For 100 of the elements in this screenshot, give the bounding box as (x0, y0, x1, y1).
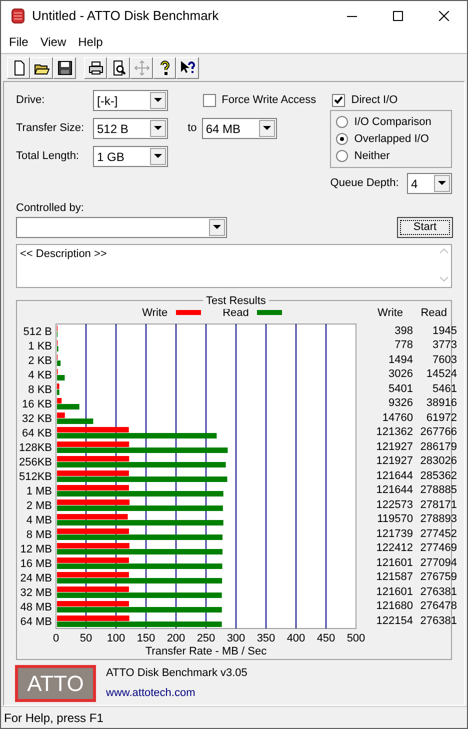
radio-label[interactable]: Overlapped I/O (354, 130, 429, 148)
table-cell-text: 398 (394, 326, 413, 337)
transfer-size-to-dropdown[interactable]: 64 MB (202, 118, 277, 139)
table-cell-text: 14524 (425, 369, 457, 380)
table-cell-text: 276381 (419, 586, 457, 598)
field-label: to (188, 121, 197, 136)
printer-icon (88, 60, 104, 76)
table-cell-text: 277469 (419, 543, 457, 554)
table-cell-text: 121739 (375, 528, 413, 540)
axis-label: 256KB (18, 456, 52, 468)
field-label: Controlled by: (16, 201, 85, 216)
table-cell-text: 3773 (432, 340, 457, 352)
tick-label: 50 (80, 632, 92, 644)
toolbar-button[interactable] (7, 56, 30, 78)
table-cell-text: 121680 (375, 601, 413, 612)
table-cell-text: 276759 (419, 572, 457, 584)
column-header: Write (376, 306, 404, 320)
table-cell-text: 7603 (432, 354, 457, 366)
table-cell-text: 121644 (375, 485, 413, 496)
table-cell-text: 122412 (375, 543, 413, 554)
table-cell-text: 283026 (419, 456, 457, 468)
legend-label: Write (142, 306, 168, 320)
axis-label: 16 KB (22, 398, 52, 410)
table-cell-text: 778 (394, 340, 413, 352)
table-cell-text: 5401 (388, 384, 413, 395)
pointer-question-icon (180, 60, 196, 76)
table-cell-text: 276478 (419, 601, 457, 612)
transfer-size-dropdown[interactable]: 512 B (93, 118, 168, 139)
toolbar-button[interactable] (107, 56, 130, 78)
axis-label: 32 KB (22, 413, 52, 425)
table-cell-text: 9326 (388, 398, 413, 410)
checkbox[interactable] (202, 94, 216, 107)
table-cell-text: 121601 (375, 558, 413, 569)
table-cell-text: 1494 (388, 354, 413, 366)
field-label: Drive: (16, 93, 46, 108)
table-cell-text: 5461 (432, 384, 457, 395)
toolbar-button[interactable] (30, 56, 53, 78)
axis-label: 2 KB (28, 355, 52, 367)
radio-label[interactable]: Neither (354, 148, 390, 164)
table-cell-text: 1945 (432, 326, 457, 337)
radio-button[interactable] (336, 133, 348, 145)
drive-dropdown[interactable]: [-k-] (93, 90, 168, 111)
table-cell-text: 276381 (419, 616, 457, 627)
axis-label: 1 MB (26, 486, 52, 498)
axis-label: 16 MB (20, 558, 52, 570)
table-cell-text: 119570 (376, 514, 413, 526)
description-field[interactable]: << Description >> (16, 244, 452, 288)
radio-button[interactable] (336, 150, 348, 162)
tick-label: 500 (346, 632, 366, 644)
table-cell-text: 121587 (375, 572, 413, 584)
tick-label: 0 (52, 632, 60, 644)
axis-label: 2 MB (26, 500, 52, 512)
menu-item[interactable]: Help (72, 33, 109, 51)
axis-label: 4 MB (26, 514, 52, 526)
axis-label: 8 KB (28, 384, 52, 396)
tick-label: 300 (226, 632, 246, 644)
table-cell-text: 285362 (419, 470, 457, 482)
queue-depth-dropdown[interactable]: 4 (407, 173, 452, 194)
start-button[interactable]: Start (397, 216, 453, 238)
total-length-dropdown[interactable]: 1 GB (93, 146, 168, 167)
table-cell-text: 122573 (375, 500, 413, 511)
axis-label: 24 MB (20, 572, 52, 584)
move-arrows-icon (134, 60, 150, 76)
field-label: Queue Depth: (330, 176, 399, 192)
controlled-by-dropdown[interactable] (16, 216, 227, 238)
toolbar-button[interactable] (153, 56, 176, 78)
checkbox-label[interactable]: Direct I/O (351, 92, 398, 108)
radio-button[interactable] (336, 116, 348, 128)
checkbox[interactable] (332, 94, 346, 106)
table-cell-text: 38916 (425, 398, 457, 410)
toolbar-button[interactable] (53, 56, 76, 78)
axis-label: 64 KB (22, 428, 52, 440)
maximize-icon (393, 11, 403, 21)
app-icon (11, 8, 25, 24)
table-cell-text: 278885 (419, 485, 457, 496)
radio-label[interactable]: I/O Comparison (354, 114, 432, 130)
toolbar-button[interactable] (84, 56, 107, 78)
table-cell-text: 121644 (375, 470, 413, 482)
axis-label: 32 MB (20, 587, 52, 599)
axis-title: Transfer Rate - MB / Sec (145, 646, 267, 658)
field-label: Total Length: (16, 149, 80, 164)
tick-label: 100 (106, 632, 126, 644)
axis-label: 4 KB (28, 370, 52, 382)
website-link[interactable]: www.attotech.com (106, 685, 248, 702)
tick-label: 350 (256, 632, 276, 644)
menu-item[interactable]: File (3, 33, 34, 51)
tick-label: 400 (286, 632, 306, 644)
column-header: Read (420, 306, 448, 320)
print-preview-icon (110, 60, 126, 76)
logo: ATTO (15, 664, 96, 702)
close-icon (439, 11, 449, 21)
toolbar-button[interactable] (176, 56, 199, 78)
axis-label: 64 MB (20, 616, 52, 628)
menu-item[interactable]: View (34, 33, 72, 51)
table-cell-text: 277094 (419, 558, 457, 569)
window-title: Untitled - ATTO Disk Benchmark (32, 7, 220, 26)
axis-label: 1 KB (28, 340, 52, 352)
tick-label: 250 (196, 632, 216, 644)
checkbox-label[interactable]: Force Write Access (222, 92, 316, 109)
table-cell-text: 277452 (419, 528, 457, 540)
